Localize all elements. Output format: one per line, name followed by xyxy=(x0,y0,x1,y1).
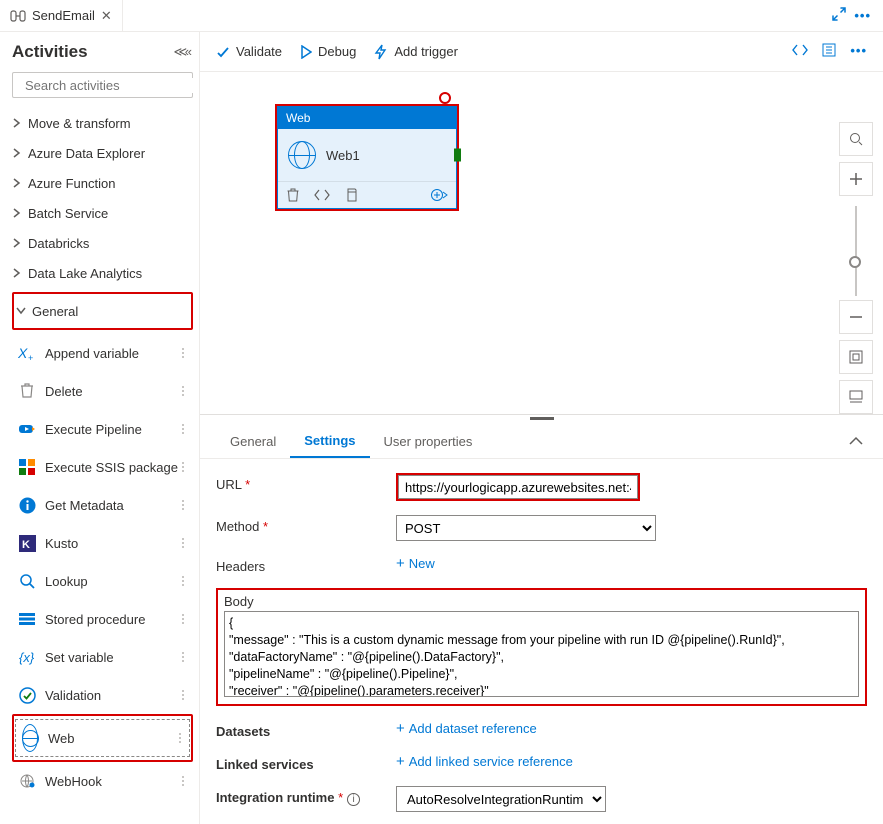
web-icon xyxy=(20,728,40,748)
svg-text:{x}: {x} xyxy=(19,650,35,665)
more-icon[interactable]: ••• xyxy=(850,43,867,60)
add-trigger-button[interactable]: Add trigger xyxy=(374,44,458,60)
datasets-label: Datasets xyxy=(216,720,396,739)
node-status-indicator xyxy=(439,92,451,104)
tab-user-properties[interactable]: User properties xyxy=(370,426,487,457)
search-input[interactable] xyxy=(25,78,200,93)
activities-search[interactable] xyxy=(12,72,193,98)
ssis-icon xyxy=(17,457,37,477)
body-section: Body { "message" : "This is a custom dyn… xyxy=(216,588,867,706)
zoom-slider[interactable] xyxy=(855,206,857,296)
activity-execute-pipeline[interactable]: Execute Pipeline xyxy=(12,410,193,448)
pipeline-tab[interactable]: SendEmail ✕ xyxy=(0,0,123,31)
add-output-icon[interactable] xyxy=(430,188,448,202)
activity-web[interactable]: Web xyxy=(15,719,190,757)
activities-title: Activities xyxy=(12,42,88,62)
url-input[interactable] xyxy=(398,475,638,499)
metadata-icon xyxy=(17,495,37,515)
activity-stored-procedure[interactable]: Stored procedure xyxy=(12,600,193,638)
webhook-icon xyxy=(17,771,37,791)
integration-runtime-select[interactable]: AutoResolveIntegrationRuntime xyxy=(396,786,606,812)
linked-label: Linked services xyxy=(216,753,396,772)
svg-text:K: K xyxy=(22,539,30,551)
headers-label: Headers xyxy=(216,555,396,574)
add-header-button[interactable]: + New xyxy=(396,555,435,572)
lookup-icon xyxy=(17,571,37,591)
activity-kusto[interactable]: K Kusto xyxy=(12,524,193,562)
zoom-in-button[interactable] xyxy=(839,162,873,196)
pipeline-icon xyxy=(10,8,26,24)
cat-function[interactable]: Azure Function xyxy=(12,168,193,198)
cat-dla[interactable]: Data Lake Analytics xyxy=(12,258,193,288)
activity-set-variable[interactable]: {x} Set variable xyxy=(12,638,193,676)
add-linked-button[interactable]: + Add linked service reference xyxy=(396,753,573,770)
tab-settings[interactable]: Settings xyxy=(290,425,369,458)
tab-title: SendEmail xyxy=(32,8,95,23)
body-input[interactable]: { "message" : "This is a custom dynamic … xyxy=(224,611,859,697)
activity-execute-ssis[interactable]: Execute SSIS package xyxy=(12,448,193,486)
node-name: Web1 xyxy=(326,148,360,163)
node-type-label: Web xyxy=(278,107,456,129)
parameters-icon[interactable] xyxy=(822,43,836,60)
tab-bar: SendEmail ✕ ••• xyxy=(0,0,883,32)
method-select[interactable]: POST xyxy=(396,515,656,541)
exec-pipeline-icon xyxy=(17,419,37,439)
delete-icon xyxy=(17,381,37,401)
cat-databricks[interactable]: Databricks xyxy=(12,228,193,258)
activities-panel: Activities ≪ « Move & transform Azure Da… xyxy=(0,32,200,824)
validation-icon xyxy=(17,685,37,705)
web-activity-node[interactable]: Web Web1 xyxy=(277,106,457,209)
properties-panel: General Settings User properties URL * M… xyxy=(200,414,883,824)
cat-ade[interactable]: Azure Data Explorer xyxy=(12,138,193,168)
code-node-icon[interactable] xyxy=(314,189,330,201)
append-icon: X+ xyxy=(17,343,37,363)
pipeline-canvas[interactable]: Web Web1 xyxy=(200,72,883,414)
ir-label: Integration runtime *i xyxy=(216,786,396,806)
activity-get-metadata[interactable]: Get Metadata xyxy=(12,486,193,524)
cat-batch[interactable]: Batch Service xyxy=(12,198,193,228)
zoom-out-button[interactable] xyxy=(839,300,873,334)
activity-delete[interactable]: Delete xyxy=(12,372,193,410)
activity-webhook[interactable]: WebHook xyxy=(12,762,193,800)
collapse-props-icon[interactable] xyxy=(845,434,867,449)
expand-icon[interactable] xyxy=(832,7,846,24)
copy-node-icon[interactable] xyxy=(344,188,358,202)
globe-icon xyxy=(288,141,316,169)
svg-text:+: + xyxy=(28,353,33,362)
method-label: Method * xyxy=(216,515,396,534)
activity-lookup[interactable]: Lookup xyxy=(12,562,193,600)
debug-button[interactable]: Debug xyxy=(300,44,356,59)
close-tab-icon[interactable]: ✕ xyxy=(101,8,112,24)
fit-button[interactable] xyxy=(839,340,873,374)
cat-move[interactable]: Move & transform xyxy=(12,108,193,138)
url-label: URL * xyxy=(216,473,396,492)
setvar-icon: {x} xyxy=(17,647,37,667)
activity-validation[interactable]: Validation xyxy=(12,676,193,714)
output-port[interactable] xyxy=(454,149,461,162)
sproc-icon xyxy=(17,609,37,629)
svg-text:X: X xyxy=(18,345,28,361)
info-icon[interactable]: i xyxy=(347,793,360,806)
validate-button[interactable]: Validate xyxy=(216,44,282,59)
reset-button[interactable] xyxy=(839,380,873,414)
kusto-icon: K xyxy=(17,533,37,553)
delete-node-icon[interactable] xyxy=(286,188,300,202)
collapse-panel-icon[interactable]: ≪ « xyxy=(174,44,189,60)
tab-general[interactable]: General xyxy=(216,426,290,457)
cat-general[interactable]: General xyxy=(14,296,191,326)
add-dataset-button[interactable]: + Add dataset reference xyxy=(396,720,537,737)
canvas-nav-tools xyxy=(839,122,873,414)
body-label: Body xyxy=(224,594,859,609)
canvas-toolbar: Validate Debug Add trigger ••• xyxy=(200,32,883,72)
more-icon[interactable]: ••• xyxy=(854,8,871,23)
activity-append-variable[interactable]: X+ Append variable xyxy=(12,334,193,372)
code-view-icon[interactable] xyxy=(792,43,808,60)
search-canvas-button[interactable] xyxy=(839,122,873,156)
